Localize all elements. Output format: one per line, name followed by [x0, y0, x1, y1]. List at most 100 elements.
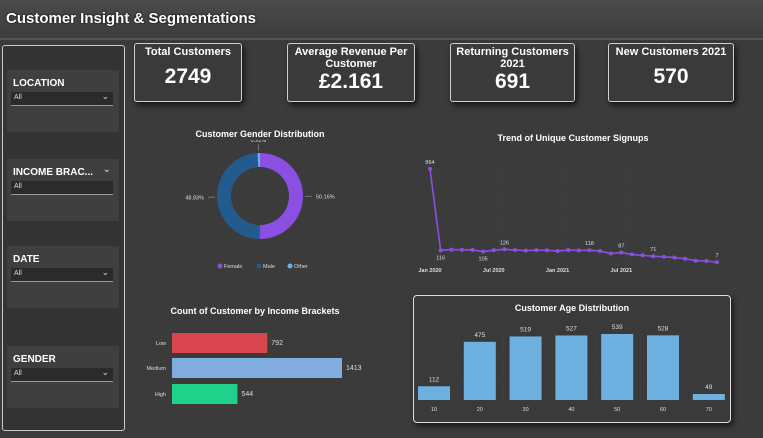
bar-age-40	[555, 335, 588, 400]
donut-slice-male	[217, 153, 260, 239]
income-bracket-slicer-label: INCOME BRAC...	[13, 167, 93, 178]
legend-label: Other	[294, 264, 308, 270]
chevron-down-icon[interactable]: ⌄	[103, 164, 111, 175]
data-label: 105	[479, 257, 488, 263]
data-point	[576, 248, 581, 253]
location-slicer-label: LOCATION	[13, 78, 65, 89]
data-point	[523, 248, 528, 253]
data-point	[683, 256, 688, 261]
legend-swatch	[217, 263, 223, 269]
date-slicer-label: DATE	[13, 254, 40, 265]
data-point	[598, 249, 603, 254]
data-point	[629, 252, 634, 257]
data-point	[491, 248, 496, 253]
legend-label: Female	[224, 264, 242, 270]
chevron-down-icon: ⌄	[101, 91, 109, 101]
location-dropdown[interactable]: All ⌄	[11, 91, 113, 106]
data-label: 126	[500, 240, 509, 246]
gender-dropdown[interactable]: All ⌄	[11, 367, 113, 382]
new-customers-card[interactable]: New Customers 2021 570	[608, 43, 734, 102]
returning-customers-card[interactable]: Returning Customers 2021 691	[450, 43, 575, 102]
date-dropdown-value: All	[14, 270, 22, 277]
bar-age-60	[647, 335, 679, 400]
donut-slice-female	[259, 153, 304, 239]
data-point	[555, 249, 560, 254]
data-label: 50.16%	[316, 194, 335, 200]
y-tick-label: High	[155, 392, 166, 398]
y-tick-label: Low	[156, 341, 166, 347]
kpi-label: Average Revenue Per Customer	[294, 46, 408, 70]
data-label: 112	[429, 376, 440, 383]
kpi-value: 2749	[164, 65, 212, 88]
age-distribution-panel: Customer Age Distribution 112 10 475 20 519 3…	[413, 295, 731, 423]
location-slicer: LOCATION All ⌄	[7, 70, 119, 132]
data-point	[704, 259, 709, 264]
total-customers-card[interactable]: Total Customers 2749	[134, 43, 242, 102]
data-point	[693, 258, 698, 263]
income-bracket-slicer: INCOME BRAC... ⌄ All	[7, 159, 119, 221]
x-tick-label: Jul 2020	[483, 268, 505, 274]
gender-donut-chart[interactable]: 50.16% 48.93% 0.91% Female Male Other	[160, 140, 370, 275]
data-label: 475	[474, 332, 485, 339]
data-label: 1413	[346, 365, 362, 372]
location-dropdown-value: All	[14, 94, 22, 101]
data-point	[715, 260, 719, 265]
data-point	[619, 250, 624, 255]
chevron-down-icon: ⌄	[101, 367, 109, 377]
bar-age-50	[601, 334, 634, 400]
data-label: 527	[566, 325, 577, 332]
data-point	[470, 247, 475, 252]
data-label: 544	[241, 391, 253, 398]
income-chart-title: Count of Customer by Income Brackets	[170, 306, 340, 316]
data-label: 48.93%	[185, 195, 204, 201]
date-dropdown[interactable]: All ⌄	[11, 267, 113, 282]
legend-swatch	[256, 263, 262, 269]
bar-age-30	[509, 336, 542, 400]
data-point	[449, 247, 454, 252]
gender-dropdown-value: All	[14, 370, 22, 377]
data-label: 7	[715, 253, 718, 259]
income-bracket-chart[interactable]: Low 792 Medium 1413 High 544	[135, 320, 385, 415]
page-title: Customer Insight & Segmentations	[6, 10, 257, 27]
bar-age-20	[463, 341, 496, 400]
age-chart-title: Customer Age Distribution	[514, 303, 630, 313]
data-label: 539	[612, 324, 623, 331]
data-point	[608, 251, 613, 256]
data-point	[438, 248, 443, 253]
x-tick-label: 70	[706, 407, 712, 413]
data-label: 519	[520, 326, 531, 333]
gender-slicer-label: GENDER	[13, 354, 56, 365]
data-label: 0.91%	[251, 140, 267, 144]
data-point	[672, 255, 677, 260]
chevron-down-icon: ⌄	[101, 267, 109, 277]
x-tick-label: Jul 2021	[610, 268, 632, 274]
age-distribution-chart[interactable]: 112 10 475 20 519 30 527 40 539 50 528 60 49 70	[414, 314, 730, 420]
x-tick-label: 30	[523, 407, 529, 413]
kpi-label: Returning Customers 2021	[456, 46, 569, 70]
data-label: 792	[271, 340, 283, 347]
legend-label: Male	[263, 264, 275, 270]
data-label: 49	[705, 384, 713, 391]
data-point	[502, 247, 507, 252]
data-label: 87	[618, 244, 624, 250]
data-point	[661, 254, 666, 259]
filter-panel: LOCATION All ⌄ INCOME BRAC... ⌄ All DATE…	[2, 45, 125, 431]
bar-age-70	[692, 394, 725, 400]
data-point	[566, 248, 571, 253]
income-bracket-dropdown[interactable]: All	[11, 181, 113, 195]
data-label: 116	[436, 255, 445, 261]
kpi-value: 570	[653, 65, 689, 88]
x-tick-label: 60	[660, 407, 666, 413]
data-point	[544, 248, 549, 253]
signup-trend-chart[interactable]: Jan 2020 Jul 2020 Jan 2021 Jul 2021 864 116 10…	[410, 143, 730, 278]
bar-high	[172, 384, 238, 404]
data-point	[640, 253, 645, 258]
x-tick-label: 10	[431, 407, 437, 413]
bar-low	[172, 333, 268, 353]
gender-slicer: GENDER All ⌄	[7, 346, 119, 408]
gender-chart-title: Customer Gender Distribution	[195, 129, 325, 139]
data-point	[534, 248, 539, 253]
data-point	[481, 249, 486, 254]
avg-revenue-card[interactable]: Average Revenue Per Customer £2.161	[287, 43, 415, 102]
date-slicer: DATE All ⌄	[7, 246, 119, 308]
